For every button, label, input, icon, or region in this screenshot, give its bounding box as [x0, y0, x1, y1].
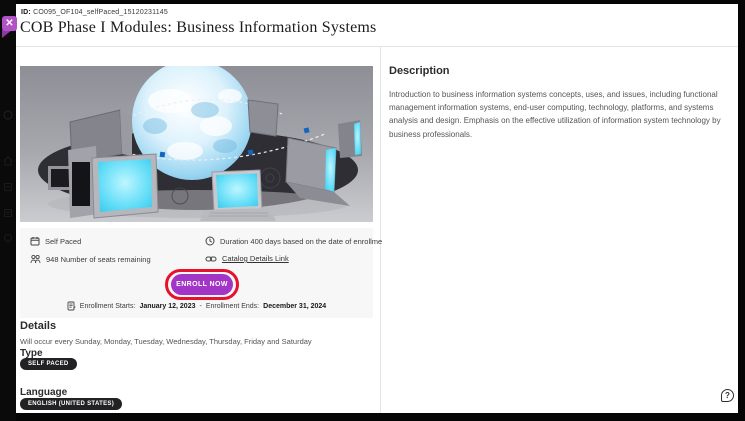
type-badge: SELF PACED: [20, 358, 77, 370]
close-ribbon-fold: [2, 30, 12, 38]
language-heading: Language: [20, 387, 67, 398]
panel-header: ID: CO095_OF104_selfPaced_15120231145 CO…: [16, 4, 738, 47]
catalog-details-link[interactable]: Catalog Details Link: [222, 254, 289, 263]
avatar-icon: [3, 110, 13, 120]
enrollment-dates-separator: -: [199, 303, 201, 310]
enrollment-ends-label: Enrollment Ends:: [206, 303, 259, 310]
help-icon: ?: [725, 391, 730, 400]
enrollment-dates-line: Enrollment Starts: January 12, 2023 - En…: [20, 301, 373, 311]
calendar-icon: [30, 236, 40, 246]
seats-label: 948 Number of seats remaining: [46, 255, 151, 264]
panel-content: Self Paced Duration 400 days based on th…: [16, 47, 738, 413]
course-enrollment-panel: ID: CO095_OF104_selfPaced_15120231145 CO…: [16, 4, 738, 413]
duration-item: Duration 400 days based on the date of e…: [205, 236, 388, 246]
catalog-link-item: Catalog Details Link: [205, 254, 289, 263]
home-icon: [3, 156, 13, 166]
seats-icon: [30, 254, 41, 264]
organizations-icon: [3, 233, 13, 243]
courses-icon: [3, 208, 13, 218]
course-id-value: CO095_OF104_selfPaced_15120231145: [33, 9, 168, 16]
activity-icon: [3, 182, 13, 192]
enrollment-starts-date: January 12, 2023: [139, 303, 195, 310]
details-heading: Details: [20, 320, 56, 332]
link-icon: [205, 255, 217, 263]
seats-item: 948 Number of seats remaining: [30, 254, 151, 264]
course-id-line: ID: CO095_OF104_selfPaced_15120231145: [21, 9, 168, 16]
course-image: [20, 66, 373, 222]
description-body: Introduction to business information sys…: [389, 88, 733, 141]
course-id-label: ID:: [21, 9, 31, 16]
self-paced-label: Self Paced: [45, 237, 81, 246]
description-heading: Description: [389, 65, 450, 77]
language-badge: ENGLISH (UNITED STATES): [20, 398, 122, 410]
enrollment-starts-label: Enrollment Starts:: [80, 303, 136, 310]
enrollment-form-icon: [67, 301, 76, 311]
description-column: Description Introduction to business inf…: [382, 47, 738, 413]
occurrence-text: Will occur every Sunday, Monday, Tuesday…: [20, 337, 312, 346]
close-button[interactable]: ✕: [2, 16, 17, 31]
enrollment-ends-date: December 31, 2024: [263, 303, 326, 310]
base-nav-strip: [0, 0, 16, 421]
enrollment-info-box: Self Paced Duration 400 days based on th…: [20, 228, 373, 318]
close-icon: ✕: [5, 19, 13, 29]
help-button[interactable]: ?: [721, 389, 734, 402]
duration-label: Duration 400 days based on the date of e…: [220, 237, 388, 246]
page-title: COB Phase I Modules: Business Informatio…: [20, 19, 376, 37]
course-summary-column: Self Paced Duration 400 days based on th…: [16, 47, 381, 413]
self-paced-item: Self Paced: [30, 236, 81, 246]
enroll-now-button[interactable]: ENROLL NOW: [171, 274, 233, 295]
clock-icon: [205, 236, 215, 246]
